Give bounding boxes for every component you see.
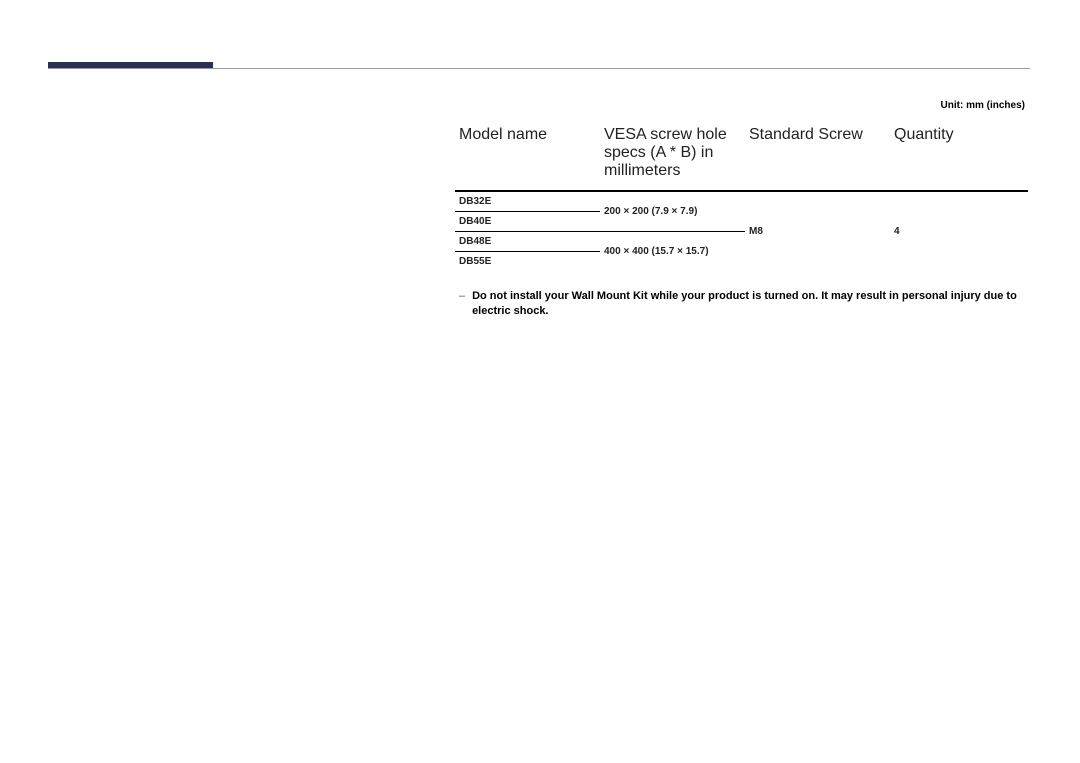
th-model: Model name — [455, 120, 600, 191]
page: Unit: mm (inches) Model name VESA screw … — [0, 0, 1080, 763]
th-vesa: VESA screw hole specs (A * B) in millime… — [600, 120, 745, 191]
cell-model: DB32E — [455, 191, 600, 212]
cell-screw: M8 — [745, 191, 890, 271]
th-qty: Quantity — [890, 120, 1028, 191]
table-header-row: Model name VESA screw hole specs (A * B)… — [455, 120, 1028, 191]
warning-text: Do not install your Wall Mount Kit while… — [472, 289, 1025, 320]
cell-qty: 4 — [890, 191, 1028, 271]
cell-model: DB55E — [455, 252, 600, 272]
table-row: DB32E 200 × 200 (7.9 × 7.9) M8 4 — [455, 191, 1028, 212]
content-area: Model name VESA screw hole specs (A * B)… — [455, 120, 1028, 320]
cell-vesa: 200 × 200 (7.9 × 7.9) — [600, 191, 745, 232]
header-rule — [48, 68, 1030, 69]
dash-icon: – — [455, 289, 469, 304]
cell-vesa: 400 × 400 (15.7 × 15.7) — [600, 232, 745, 272]
th-screw: Standard Screw — [745, 120, 890, 191]
cell-model: DB40E — [455, 212, 600, 232]
spec-table: Model name VESA screw hole specs (A * B)… — [455, 120, 1028, 271]
warning-note: – Do not install your Wall Mount Kit whi… — [455, 289, 1028, 320]
cell-model: DB48E — [455, 232, 600, 252]
unit-label: Unit: mm (inches) — [941, 100, 1025, 111]
